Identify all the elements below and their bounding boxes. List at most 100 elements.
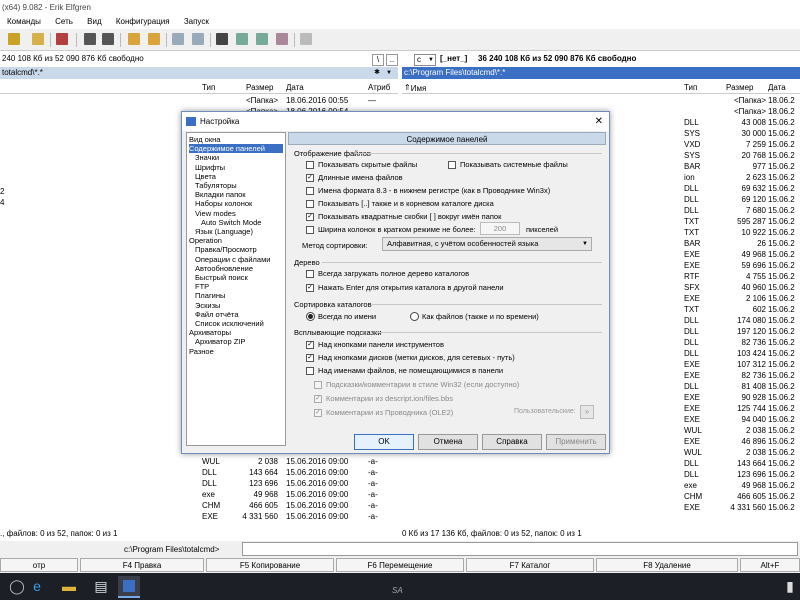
- tooltip-filenames-checkbox[interactable]: [306, 367, 314, 375]
- right-col-date[interactable]: Дата: [768, 83, 786, 92]
- tree-item[interactable]: Эскизы: [195, 301, 220, 310]
- right-col-size[interactable]: Размер: [726, 83, 754, 92]
- long-names-checkbox[interactable]: ✓: [306, 174, 314, 182]
- compare-icon[interactable]: [276, 33, 288, 45]
- pack-icon[interactable]: [56, 33, 68, 45]
- tree-item[interactable]: Список исключений: [195, 319, 264, 328]
- right-col-name[interactable]: Имя: [411, 84, 427, 93]
- tree-item[interactable]: Auto Switch Mode: [201, 218, 261, 227]
- tree-item[interactable]: Быстрый поиск: [195, 273, 248, 282]
- table-row[interactable]: exe 49 968 15.06.2016 09:00 -a-: [0, 489, 398, 500]
- sync-icon[interactable]: [256, 33, 268, 45]
- table-row[interactable]: DLL 143 664 15.06.2016 09:00 -a-: [0, 467, 398, 478]
- help-button[interactable]: Справка: [482, 434, 542, 450]
- cancel-button[interactable]: Отмена: [418, 434, 478, 450]
- tree-item[interactable]: Табуляторы: [195, 181, 237, 190]
- tree-item[interactable]: Архиватор ZIP: [195, 337, 245, 346]
- table-row[interactable]: DLL 123 696 15.06.2016 09:00 -a-: [0, 478, 398, 489]
- tree-item[interactable]: View modes: [195, 209, 236, 218]
- col-width-checkbox[interactable]: [306, 226, 314, 234]
- load-full-tree-checkbox[interactable]: [306, 270, 314, 278]
- fkey-view[interactable]: отр: [0, 558, 78, 572]
- tree-item[interactable]: Вкладки папок: [195, 190, 246, 199]
- folder-hot-icon[interactable]: [148, 33, 160, 45]
- tree-item[interactable]: Язык (Language): [195, 227, 253, 236]
- edge-icon[interactable]: e: [20, 573, 54, 600]
- folder-icon[interactable]: [128, 33, 140, 45]
- square-brackets-checkbox[interactable]: ✓: [306, 213, 314, 221]
- tree-item[interactable]: FTP: [195, 282, 209, 291]
- fkey-move[interactable]: F6 Перемещение: [336, 558, 464, 572]
- menu-net[interactable]: Сеть: [55, 17, 73, 26]
- tree-item[interactable]: Вид окна: [189, 135, 220, 144]
- tree-icon[interactable]: [32, 33, 44, 45]
- table-row[interactable]: EXE 4 331 560 15.06.2016 09:00 -a-: [0, 511, 398, 522]
- custom-tooltips-button[interactable]: »: [580, 405, 594, 419]
- left-col-date[interactable]: Дата: [286, 83, 304, 92]
- col-width-input[interactable]: 200: [480, 222, 520, 235]
- tree-item[interactable]: Шрифты: [195, 163, 225, 172]
- menu-commands[interactable]: Команды: [7, 17, 41, 26]
- left-history-icon[interactable]: ✱: [372, 67, 382, 79]
- table-row[interactable]: TOTALCMDCHM466 60515.06.2: [402, 491, 800, 502]
- tree-item[interactable]: Цвета: [195, 172, 216, 181]
- show-system-checkbox[interactable]: [448, 161, 456, 169]
- binoculars-icon[interactable]: [216, 33, 228, 45]
- sort-like-files-radio[interactable]: [410, 312, 419, 321]
- sort-by-name-radio[interactable]: [306, 312, 315, 321]
- left-up-button[interactable]: ..: [386, 54, 398, 66]
- table-row[interactable]: TCUNZLIBDLL123 69615.06.2: [402, 469, 800, 480]
- left-col-size[interactable]: Размер: [246, 83, 274, 92]
- ok-button[interactable]: OK: [354, 434, 414, 450]
- forward-icon[interactable]: [102, 33, 114, 45]
- tree-item[interactable]: Значки: [195, 153, 219, 162]
- store-icon[interactable]: ▤: [84, 573, 118, 600]
- fkey-copy[interactable]: F5 Копирование: [206, 558, 334, 572]
- tree-item[interactable]: Операции с файлами: [195, 255, 270, 264]
- tree-item[interactable]: Файл отчёта: [195, 310, 239, 319]
- fkey-exit[interactable]: Alt+F: [740, 558, 800, 572]
- menu-start[interactable]: Запуск: [184, 17, 209, 26]
- table-row[interactable]: <Папка> 18.06.2016 00:55 —: [0, 95, 398, 106]
- left-col-type[interactable]: Тип: [202, 83, 215, 92]
- tree-item[interactable]: Разное: [189, 347, 214, 356]
- close-icon[interactable]: ✕: [595, 112, 603, 131]
- sort-method-select[interactable]: Алфавитная, с учётом особенностей языка ▼: [382, 237, 592, 251]
- table-row[interactable]: TOTALCMDEXE4 331 56015.06.2: [402, 502, 800, 513]
- tree-item[interactable]: Наборы колонок: [195, 199, 252, 208]
- tree-item[interactable]: Правка/Просмотр: [195, 245, 257, 254]
- notepad-icon[interactable]: [300, 33, 312, 45]
- descript-checkbox[interactable]: ✓: [314, 395, 322, 403]
- tooltip-drives-checkbox[interactable]: ✓: [306, 354, 314, 362]
- totalcmd-task-icon[interactable]: [118, 576, 140, 598]
- explorer-comments-checkbox[interactable]: ✓: [314, 409, 322, 417]
- tree-item[interactable]: Автообновление: [195, 264, 253, 273]
- enter-open-checkbox[interactable]: ✓: [306, 284, 314, 292]
- refresh-icon[interactable]: [8, 33, 20, 45]
- tooltip-toolbar-checkbox[interactable]: ✓: [306, 341, 314, 349]
- tree-item[interactable]: Архиваторы: [189, 328, 231, 337]
- left-root-button[interactable]: \: [372, 54, 384, 66]
- select-icon[interactable]: [172, 33, 184, 45]
- show-dotdot-checkbox[interactable]: [306, 200, 314, 208]
- table-row[interactable]: CHM 466 605 15.06.2016 09:00 -a-: [0, 500, 398, 511]
- table-row[interactable]: [..]<Папка>18.06.2: [402, 95, 800, 106]
- menu-config[interactable]: Конфигурация: [116, 17, 170, 26]
- fkey-edit[interactable]: F4 Правка: [80, 558, 204, 572]
- explorer-icon[interactable]: ▬: [52, 573, 86, 600]
- show-hidden-checkbox[interactable]: [306, 161, 314, 169]
- lowercase-83-checkbox[interactable]: [306, 187, 314, 195]
- tree-item[interactable]: Плагины: [195, 291, 225, 300]
- invert-icon[interactable]: [192, 33, 204, 45]
- table-row[interactable]: TcUsbRunexe49 96815.06.2: [402, 480, 800, 491]
- fkey-mkdir[interactable]: F7 Каталог: [466, 558, 594, 572]
- fkey-delete[interactable]: F8 Удаление: [596, 558, 738, 572]
- right-drive-select[interactable]: c ▼: [414, 54, 436, 66]
- left-hotlist-icon[interactable]: ▼: [384, 67, 394, 79]
- left-col-attr[interactable]: Атриб: [368, 83, 390, 92]
- right-col-type[interactable]: Тип: [684, 83, 697, 92]
- back-icon[interactable]: [84, 33, 96, 45]
- cmdline-input[interactable]: [242, 542, 798, 556]
- notification-icon[interactable]: ▮: [780, 573, 800, 600]
- rename-icon[interactable]: [236, 33, 248, 45]
